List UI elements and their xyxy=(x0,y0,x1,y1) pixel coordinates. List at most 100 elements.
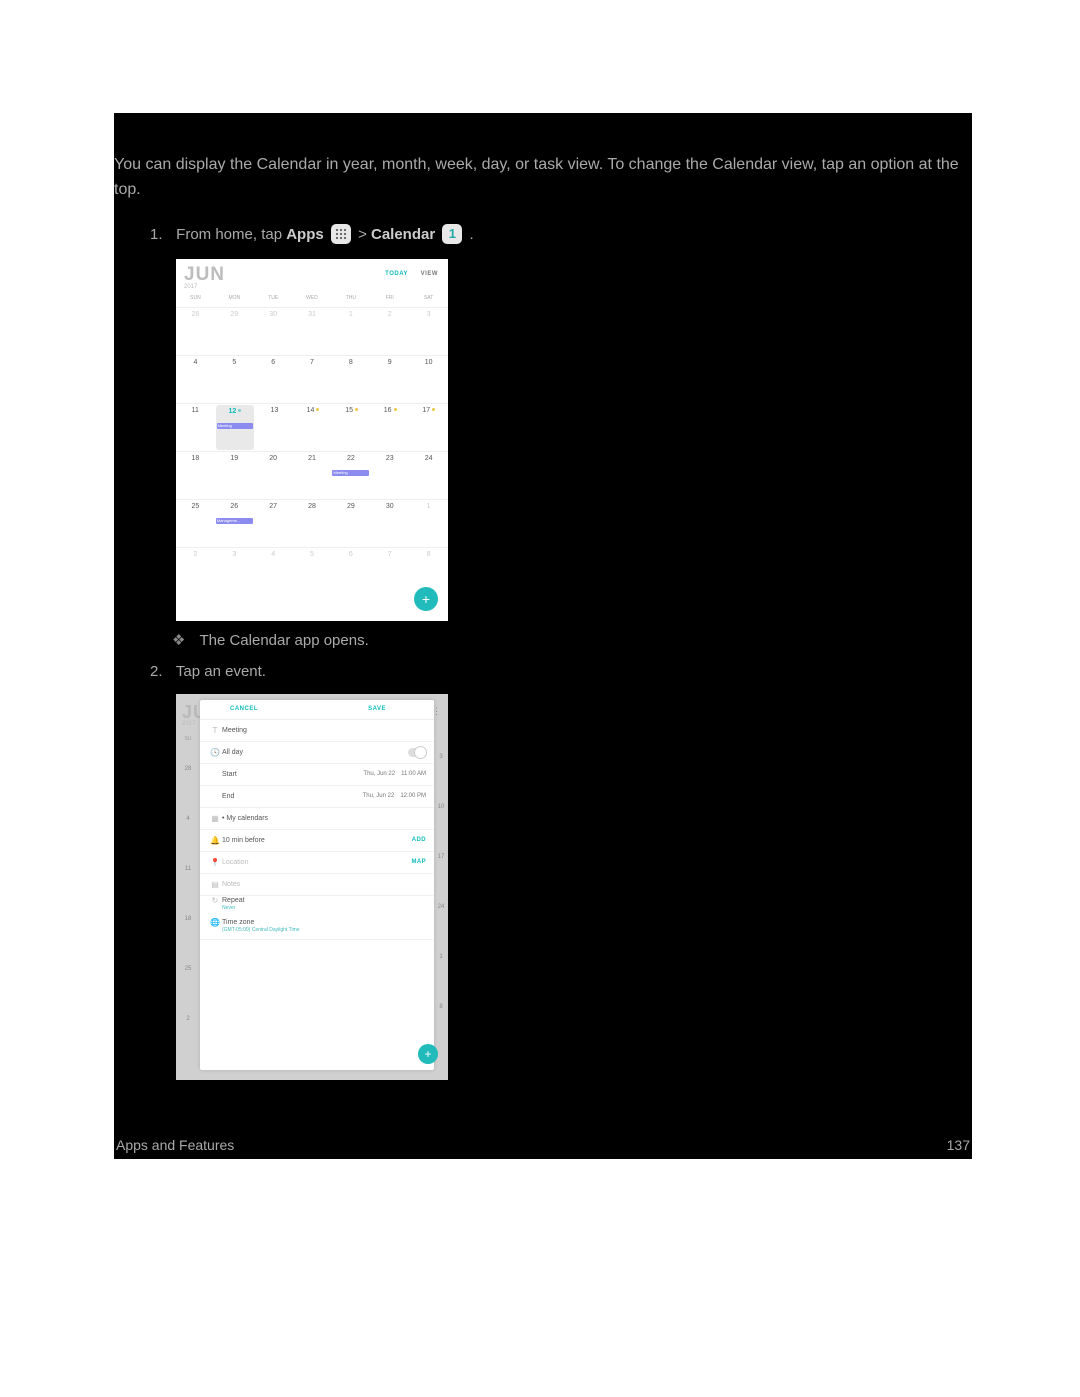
calendar-event-chip[interactable]: Meeting xyxy=(332,470,369,476)
calendar-day[interactable]: 4 xyxy=(176,356,215,403)
calendar-day[interactable]: 5 xyxy=(293,548,332,595)
step-1-pre: From home, tap xyxy=(176,226,286,243)
calendar-day[interactable]: 13 xyxy=(255,404,294,451)
start-time: 11:00 AM xyxy=(401,771,426,777)
calendar-day[interactable]: 1 xyxy=(409,500,448,547)
calendar-day[interactable]: 16 xyxy=(371,404,410,451)
end-date: Thu, Jun 22 xyxy=(363,793,395,799)
calendar-day[interactable]: 31 xyxy=(293,308,332,355)
calendar-day[interactable]: 20 xyxy=(254,452,293,499)
view-button[interactable]: VIEW xyxy=(421,271,438,277)
pin-icon: 📍 xyxy=(208,858,222,867)
repeat-row[interactable]: ↻ Repeat Never xyxy=(200,896,434,918)
calendar-select-row[interactable]: ▦ • My calendars xyxy=(200,808,434,830)
all-day-label: All day xyxy=(222,749,408,756)
step-1-number: 1. xyxy=(150,226,172,243)
reminder-label: 10 min before xyxy=(222,837,412,844)
calendar-icon: 1 xyxy=(442,224,462,244)
year-label: 2017 xyxy=(184,284,197,290)
calendar-day[interactable]: 24 xyxy=(409,452,448,499)
repeat-label: Repeat xyxy=(222,897,426,904)
calendar-day[interactable]: 18 xyxy=(176,452,215,499)
step-2-number: 2. xyxy=(150,663,172,680)
step-1-sep: > xyxy=(358,226,371,243)
calendar-day[interactable]: 12Meeting xyxy=(216,405,255,450)
location-row[interactable]: 📍 Location MAP xyxy=(200,852,434,874)
notes-row[interactable]: ▤ Notes xyxy=(200,874,434,896)
add-event-fab[interactable]: + xyxy=(414,587,438,611)
save-button[interactable]: SAVE xyxy=(368,706,386,712)
step-2-text: Tap an event. xyxy=(176,663,266,680)
clock-icon: 🕓 xyxy=(208,748,222,757)
panel-fab[interactable]: + xyxy=(418,1044,438,1064)
reminder-row[interactable]: 🔔 10 min before ADD xyxy=(200,830,434,852)
step-1-result-text: The Calendar app opens. xyxy=(199,632,368,649)
event-edit-screenshot: JU 2017 EW ⋮ SU2841118252 310172418 CANC… xyxy=(176,694,448,1080)
calendar-day[interactable]: 6 xyxy=(254,356,293,403)
cancel-button[interactable]: CANCEL xyxy=(230,706,258,712)
calendar-day[interactable]: 11 xyxy=(176,404,215,451)
timezone-row[interactable]: 🌐 Time zone (GMT-05:00) Central Daylight… xyxy=(200,918,434,940)
calendar-day[interactable]: 26Manageme... xyxy=(215,500,254,547)
calendar-day[interactable]: 30 xyxy=(254,308,293,355)
calendar-day[interactable]: 29 xyxy=(215,308,254,355)
calendar-day[interactable]: 27 xyxy=(254,500,293,547)
calendar-day[interactable]: 22Meeting xyxy=(331,452,370,499)
calendar-day[interactable]: 7 xyxy=(293,356,332,403)
calendar-select-label: • My calendars xyxy=(222,815,426,822)
calendar-day[interactable]: 2 xyxy=(370,308,409,355)
calendar-day[interactable]: 7 xyxy=(370,548,409,595)
calendar-event-chip[interactable]: Meeting xyxy=(217,423,254,429)
end-time: 12:00 PM xyxy=(400,793,426,799)
bell-icon: 🔔 xyxy=(208,836,222,845)
calendar-day[interactable]: 28 xyxy=(176,308,215,355)
calendar-day[interactable]: 2 xyxy=(176,548,215,595)
calendar-day[interactable]: 14 xyxy=(294,404,333,451)
calendar-event-chip[interactable]: Manageme... xyxy=(216,518,253,524)
location-map-button[interactable]: MAP xyxy=(411,859,426,865)
calendar-select-icon: ▦ xyxy=(208,814,222,823)
title-icon: T xyxy=(208,726,222,735)
calendar-day[interactable]: 3 xyxy=(409,308,448,355)
calendar-day[interactable]: 3 xyxy=(215,548,254,595)
all-day-row[interactable]: 🕓 All day xyxy=(200,742,434,764)
all-day-toggle[interactable] xyxy=(408,748,426,757)
calendar-day[interactable]: 1 xyxy=(331,308,370,355)
calendar-day[interactable]: 15 xyxy=(332,404,371,451)
calendar-day[interactable]: 4 xyxy=(254,548,293,595)
calendar-day[interactable]: 10 xyxy=(409,356,448,403)
notes-label: Notes xyxy=(222,881,426,888)
calendar-day[interactable]: 17 xyxy=(409,404,448,451)
calendar-day[interactable]: 23 xyxy=(370,452,409,499)
calendar-day[interactable]: 28 xyxy=(293,500,332,547)
apps-grid-icon xyxy=(331,224,351,244)
calendar-day[interactable]: 21 xyxy=(293,452,332,499)
step-2: 2. Tap an event. xyxy=(114,653,972,694)
calendar-day[interactable]: 19 xyxy=(215,452,254,499)
globe-icon: 🌐 xyxy=(208,918,222,927)
calendar-day[interactable]: 9 xyxy=(370,356,409,403)
calendar-month-screenshot: JUN 2017 TODAY VIEW SUNMONTUEWEDTHUFRISA… xyxy=(176,259,448,621)
start-label: Start xyxy=(222,771,363,778)
weekday-header: TUE xyxy=(254,295,293,307)
event-title-row[interactable]: T Meeting xyxy=(200,720,434,742)
calendar-day[interactable]: 29 xyxy=(331,500,370,547)
step-1: 1. From home, tap Apps > Calendar 1 . xyxy=(114,203,972,259)
month-label: JUN xyxy=(184,264,225,286)
calendar-day[interactable]: 30 xyxy=(370,500,409,547)
calendar-day[interactable]: 8 xyxy=(331,356,370,403)
today-button[interactable]: TODAY xyxy=(385,271,408,277)
start-row[interactable]: Start Thu, Jun 22 11:00 AM xyxy=(200,764,434,786)
calendar-day[interactable]: 5 xyxy=(215,356,254,403)
step-1-end: . xyxy=(470,226,474,243)
weekday-header: SAT xyxy=(409,295,448,307)
end-row[interactable]: End Thu, Jun 22 12:00 PM xyxy=(200,786,434,808)
calendar-day[interactable]: 6 xyxy=(331,548,370,595)
footer-page-number: 137 xyxy=(947,1137,970,1153)
reminder-add-button[interactable]: ADD xyxy=(412,837,426,843)
start-date: Thu, Jun 22 xyxy=(363,771,395,777)
calendar-day[interactable]: 25 xyxy=(176,500,215,547)
repeat-value: Never xyxy=(222,905,426,915)
notes-icon: ▤ xyxy=(208,880,222,889)
bg-year: 2017 xyxy=(182,721,195,727)
